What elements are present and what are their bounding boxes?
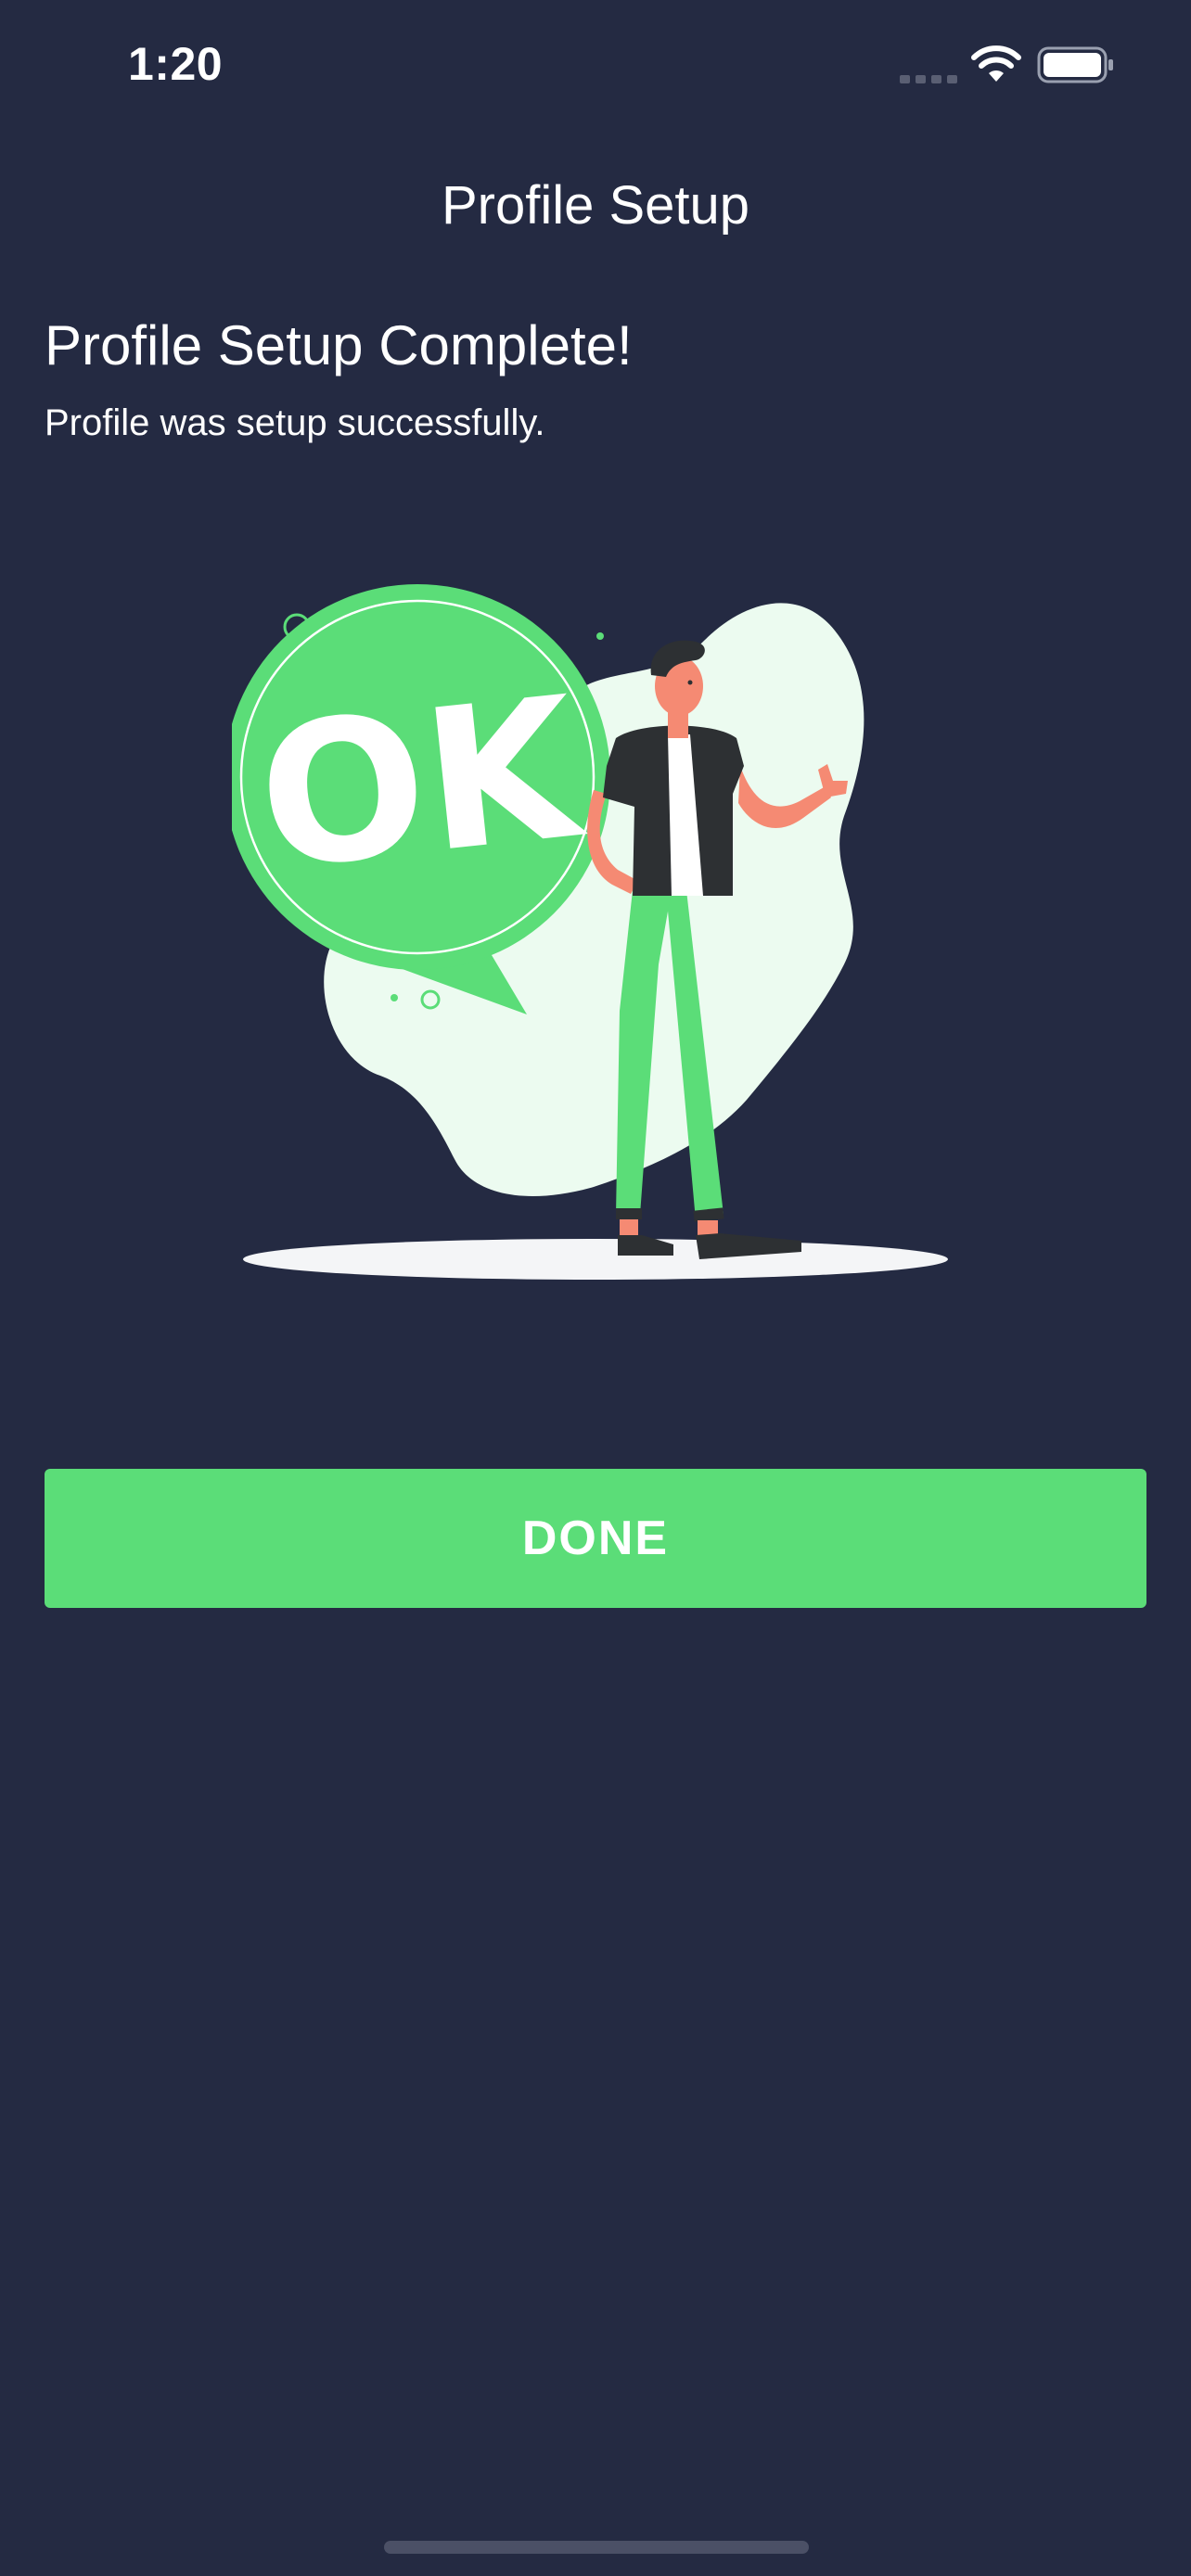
page-subheading: Profile was setup successfully. — [45, 402, 545, 443]
decor-dot — [596, 632, 604, 640]
status-time: 1:20 — [128, 38, 224, 90]
page-heading: Profile Setup Complete! — [45, 314, 633, 376]
battery-icon — [1037, 46, 1113, 83]
nav-title: Profile Setup — [441, 175, 750, 236]
home-indicator[interactable] — [384, 2541, 809, 2554]
status-bar: 1:20 — [0, 0, 1191, 130]
done-button[interactable]: DONE — [45, 1469, 1146, 1608]
wifi-icon — [971, 45, 1021, 82]
ok-person-illustration: OK — [232, 584, 948, 1280]
ground-shadow — [243, 1239, 948, 1280]
decor-dot — [391, 994, 398, 1001]
ok-badge-text: OK — [249, 654, 594, 913]
cellular-signal-icon — [900, 75, 957, 83]
